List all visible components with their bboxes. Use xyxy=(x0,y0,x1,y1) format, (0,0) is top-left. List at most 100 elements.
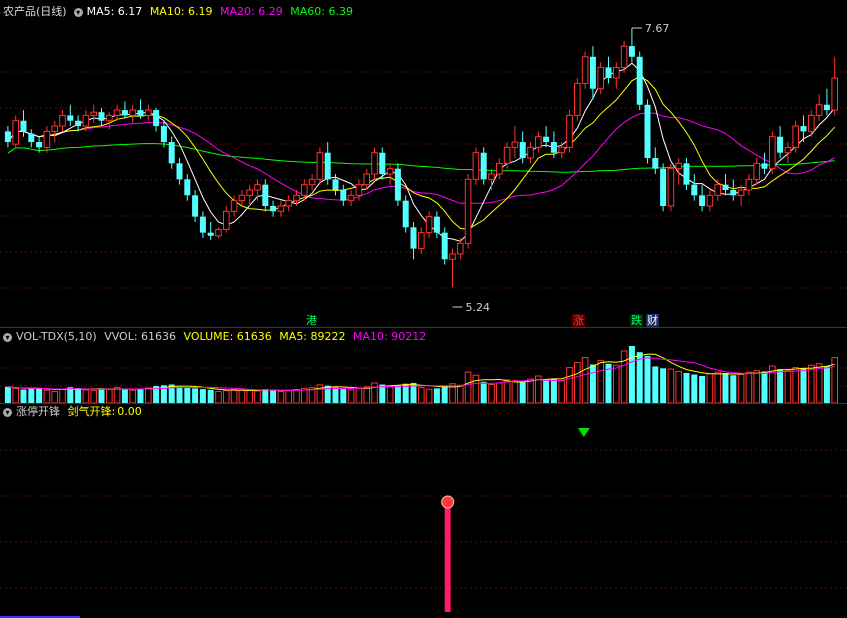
volume-bar xyxy=(683,372,690,403)
volume-bar xyxy=(589,364,596,403)
candle-body xyxy=(270,205,277,212)
volume-bar xyxy=(761,371,768,403)
candle-body xyxy=(82,114,90,127)
candle-body xyxy=(706,194,714,207)
volume-bar xyxy=(543,379,550,403)
candle-body xyxy=(410,227,417,249)
volume-bar xyxy=(566,367,573,404)
candle-body xyxy=(184,179,191,196)
volume-bar xyxy=(223,390,230,404)
signal-dot-icon xyxy=(441,495,455,509)
volume-bar xyxy=(215,390,222,404)
candle-body xyxy=(324,152,331,180)
stock-title: 农产品(日线) xyxy=(3,5,67,18)
volume-bar xyxy=(503,379,511,404)
volume-bar xyxy=(800,368,807,403)
candle-body xyxy=(347,194,355,202)
vvol-label: VVOL: 61636 xyxy=(104,330,177,343)
candle-body xyxy=(153,110,160,127)
volume-bar xyxy=(51,390,59,404)
volume-bar xyxy=(784,370,792,404)
volume-bar xyxy=(301,387,308,404)
volume-bar xyxy=(192,388,199,403)
candle-body xyxy=(777,136,784,153)
candle-body xyxy=(418,232,425,250)
volume-title: VOL-TDX(5,10) xyxy=(16,330,97,343)
volume-bar xyxy=(730,375,737,403)
candle-body xyxy=(192,195,199,217)
candle-body xyxy=(425,216,433,234)
candle-body xyxy=(675,162,683,170)
price-panel: 农产品(日线) ▾ MA5: 6.17 MA10: 6.19 MA20: 6.29 … xyxy=(0,0,847,328)
candle-body xyxy=(823,104,830,111)
candle-body xyxy=(433,216,440,233)
candle-body xyxy=(457,242,464,255)
volume-bar xyxy=(691,374,698,403)
tag-gang[interactable]: 港 xyxy=(305,314,318,327)
candle-body xyxy=(36,142,43,148)
ma60-line xyxy=(7,142,835,173)
volume-bar xyxy=(511,380,519,404)
candle-body xyxy=(301,184,308,196)
tag-zhang[interactable]: 涨 xyxy=(572,314,585,327)
candle-body xyxy=(215,228,222,237)
ma20-label: MA20: 6.29 xyxy=(220,5,283,18)
volume-bar xyxy=(714,371,722,404)
candle-body xyxy=(589,56,596,89)
volume-bar xyxy=(777,369,784,403)
candle-body xyxy=(737,189,745,196)
candle-body xyxy=(503,146,511,164)
indicator-chart[interactable] xyxy=(0,404,847,618)
tag-die[interactable]: 跌 xyxy=(630,314,643,327)
candle-body xyxy=(246,189,253,196)
chevron-down-icon[interactable]: ▾ xyxy=(73,7,83,17)
volume-bar xyxy=(293,389,300,404)
indicator-panel-header: ▾ 涨停开锋 剑气开锋: 0.00 xyxy=(0,405,146,419)
candle-body xyxy=(691,184,698,196)
candle-body xyxy=(230,200,238,212)
candle-body xyxy=(106,114,113,122)
volume-bar xyxy=(121,389,128,403)
candle-body xyxy=(800,126,807,132)
indicator-panel: ▾ 涨停开锋 剑气开锋: 0.00 xyxy=(0,404,847,618)
volume-bar xyxy=(262,389,269,403)
candle-body xyxy=(808,114,815,132)
volume-bar xyxy=(277,390,285,404)
candle-body xyxy=(168,142,175,164)
tag-cai[interactable]: 财 xyxy=(646,314,659,327)
volume-bar xyxy=(347,389,355,404)
candle-body xyxy=(308,178,316,186)
candle-body xyxy=(51,125,59,132)
volume-bar xyxy=(464,371,472,404)
candle-body xyxy=(745,178,753,191)
volume-bar xyxy=(488,384,495,404)
candle-body xyxy=(160,126,167,143)
candle-body xyxy=(145,109,152,116)
candle-body xyxy=(262,184,269,206)
volume-bar xyxy=(519,382,526,403)
volume-bar xyxy=(699,376,706,403)
chevron-down-icon[interactable]: ▾ xyxy=(3,332,12,342)
candle-body xyxy=(581,56,589,84)
volume-bar xyxy=(418,387,425,404)
volume-bar xyxy=(441,386,448,403)
candle-body xyxy=(769,136,776,170)
volume-bar xyxy=(98,388,105,403)
volume-bar xyxy=(597,360,605,404)
chevron-down-icon[interactable]: ▾ xyxy=(3,407,12,417)
candle-body xyxy=(129,109,136,116)
ma5-line xyxy=(7,62,836,242)
candle-body xyxy=(449,253,456,260)
candle-body xyxy=(28,133,35,143)
ma10-label: MA10: 6.19 xyxy=(149,5,213,18)
volume-bar xyxy=(246,389,253,404)
volume-bar xyxy=(527,378,534,404)
volume-bar xyxy=(106,388,113,404)
candle-body xyxy=(605,67,612,79)
volume-bar xyxy=(371,382,378,404)
volume-bar xyxy=(737,374,745,404)
volume-bar xyxy=(472,374,480,404)
candle-body xyxy=(480,152,487,180)
volume-bar xyxy=(574,362,581,404)
candlestick-chart[interactable]: 7.67 5.24 xyxy=(0,0,847,328)
